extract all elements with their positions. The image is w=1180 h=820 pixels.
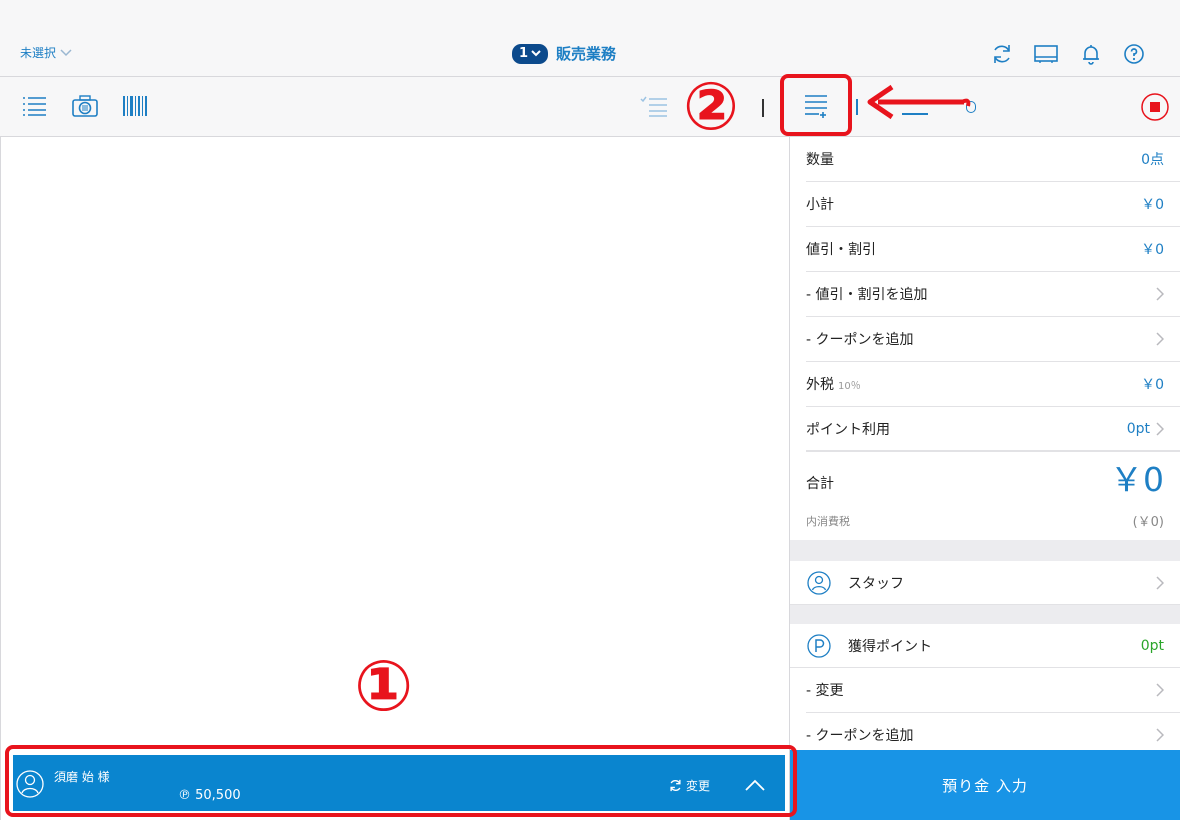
highlight-customer-bar <box>5 745 797 817</box>
discount-row: 値引・割引 ￥0 <box>806 227 1180 272</box>
deposit-input-button[interactable]: 預り金 入力 <box>790 750 1180 820</box>
subtotal-label: 小計 <box>806 197 834 213</box>
bell-icon[interactable] <box>1079 42 1103 66</box>
list-icon[interactable] <box>22 95 48 117</box>
tax-value: ￥0 <box>1141 377 1164 393</box>
app-header: 未選択 1 販売業務 <box>0 0 1180 77</box>
camera-icon[interactable] <box>71 94 99 118</box>
tax-label-group: 外税 10％ <box>806 374 1141 394</box>
order-summary-panel: 数量 0点 小計 ￥0 値引・割引 ￥0 - 値引・割引を追加 - クーポンを追… <box>790 137 1180 820</box>
annotation-number-one: ① <box>354 645 414 727</box>
chevron-right-icon <box>1156 332 1164 346</box>
points-use-label: ポイント利用 <box>806 421 890 438</box>
quantity-value: 0点 <box>1141 152 1164 168</box>
add-coupon-row[interactable]: - クーポンを追加 <box>806 317 1180 362</box>
help-icon[interactable] <box>1122 42 1146 66</box>
chevron-right-icon <box>1156 728 1164 742</box>
total-section: 合計 ￥0 内消費税 (￥0) <box>806 453 1180 540</box>
change-points-row[interactable]: - 変更 <box>806 668 1180 713</box>
quantity-row: 数量 0点 <box>806 137 1180 182</box>
total-value: ￥0 <box>1110 460 1164 499</box>
highlight-add-list-button <box>780 74 852 136</box>
tax-row: 外税 10％ ￥0 <box>806 362 1180 407</box>
subtotal-row: 小計 ￥0 <box>806 182 1180 227</box>
inner-tax-value: (￥0) <box>1132 515 1164 530</box>
staff-row[interactable]: スタッフ <box>790 561 1180 605</box>
earned-points-label: 獲得ポイント <box>848 638 932 655</box>
partially-hidden-toolbar-icon[interactable] <box>762 99 766 117</box>
inner-tax-label: 内消費税 <box>806 515 850 528</box>
register-number-badge[interactable]: 1 <box>512 43 548 64</box>
add-discount-row[interactable]: - 値引・割引を追加 <box>806 272 1180 317</box>
quantity-label: 数量 <box>806 152 834 168</box>
total-label: 合計 <box>806 476 834 492</box>
add-discount-label: - 値引・割引を追加 <box>806 287 928 303</box>
discount-label: 値引・割引 <box>806 242 876 258</box>
stop-icon[interactable] <box>1140 92 1170 122</box>
subtotal-value: ￥0 <box>1141 197 1164 213</box>
register-number: 1 <box>518 46 529 61</box>
add-coupon-label: - クーポンを追加 <box>806 332 914 348</box>
annotation-arrow <box>867 84 971 120</box>
earned-points-value: 0pt <box>1140 637 1164 654</box>
points-use-row[interactable]: ポイント利用 0pt <box>806 407 1180 452</box>
earned-add-coupon-label: - クーポンを追加 <box>806 728 914 744</box>
points-icon <box>807 633 831 658</box>
earned-points-row: 獲得ポイント 0pt <box>790 624 1180 668</box>
tax-label: 外税 <box>806 377 834 393</box>
refresh-icon[interactable] <box>990 42 1014 66</box>
chevron-right-icon <box>1156 421 1164 436</box>
staff-label: スタッフ <box>848 575 904 592</box>
toolbar <box>0 77 1180 137</box>
section-divider <box>790 540 1180 561</box>
business-mode-title[interactable]: 1 販売業務 <box>512 43 616 64</box>
unselected-dropdown[interactable]: 未選択 <box>20 44 72 61</box>
chevron-right-icon <box>1156 683 1164 697</box>
page-title: 販売業務 <box>556 45 617 63</box>
barcode-icon[interactable] <box>122 94 148 118</box>
change-points-label: - 変更 <box>806 683 844 699</box>
tax-rate: 10％ <box>838 381 861 392</box>
discount-value: ￥0 <box>1141 242 1164 258</box>
annotation-number-two: ② <box>683 68 739 145</box>
staff-icon <box>807 570 831 595</box>
checklist-icon[interactable] <box>640 95 668 117</box>
chevron-right-icon <box>1156 575 1164 590</box>
chevron-down-icon <box>531 50 541 57</box>
chevron-right-icon <box>1156 287 1164 301</box>
section-divider <box>790 605 1180 624</box>
unselected-label: 未選択 <box>20 46 57 60</box>
chevron-down-icon <box>60 49 72 57</box>
points-use-value: 0pt <box>1126 420 1150 437</box>
deposit-input-label: 預り金 入力 <box>942 776 1028 795</box>
display-icon[interactable] <box>1033 42 1059 66</box>
